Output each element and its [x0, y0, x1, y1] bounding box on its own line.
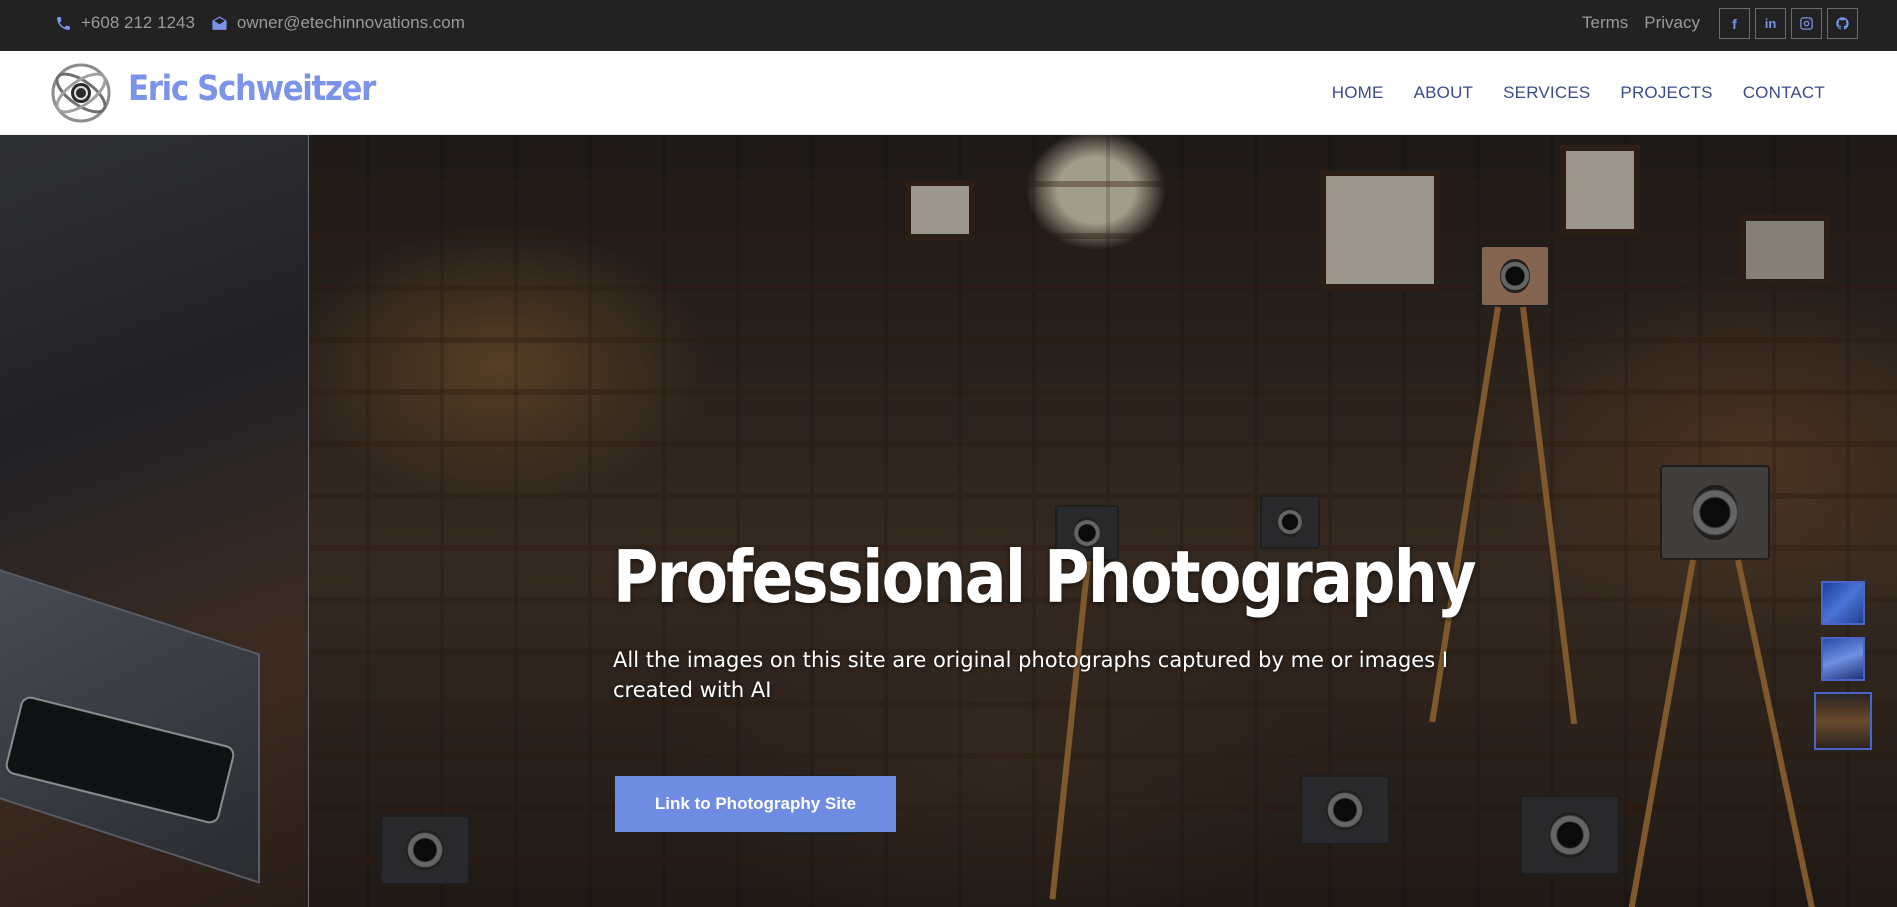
slide-thumbnail[interactable]	[1821, 581, 1865, 625]
github-icon	[1836, 17, 1849, 30]
instagram-icon	[1800, 17, 1813, 30]
phone-icon	[57, 16, 70, 30]
hero-content: Professional Photography All the images …	[613, 535, 1477, 832]
nav-services[interactable]: SERVICES	[1503, 83, 1590, 103]
facebook-icon: f	[1732, 15, 1737, 32]
nav-about[interactable]: ABOUT	[1414, 83, 1474, 103]
phone-contact[interactable]: +608 212 1243	[55, 13, 195, 33]
contact-info: +608 212 1243 owner@etechinnovations.com	[55, 0, 465, 46]
facebook-button[interactable]: f	[1719, 8, 1750, 39]
site-brand[interactable]: Eric Schweitzer	[128, 69, 376, 109]
hero-subtitle: All the images on this site are original…	[613, 648, 1449, 702]
terms-link[interactable]: Terms	[1582, 13, 1628, 33]
social-links: f in	[1719, 8, 1858, 39]
envelope-icon	[212, 15, 227, 30]
linkedin-button[interactable]: in	[1755, 8, 1786, 39]
nav-home[interactable]: HOME	[1332, 83, 1384, 103]
slide-thumbnail-active[interactable]	[1814, 692, 1872, 750]
nav-projects[interactable]: PROJECTS	[1620, 83, 1712, 103]
slide-thumbnail[interactable]	[1821, 637, 1865, 681]
top-bar: +608 212 1243 owner@etechinnovations.com…	[0, 0, 1897, 51]
linkedin-icon: in	[1764, 16, 1777, 31]
email-address: owner@etechinnovations.com	[236, 13, 465, 32]
phone-number: +608 212 1243	[81, 13, 195, 32]
hero-title: Professional Photography	[613, 535, 1477, 619]
photography-site-button[interactable]: Link to Photography Site	[615, 776, 896, 832]
instagram-button[interactable]	[1791, 8, 1822, 39]
github-button[interactable]	[1827, 8, 1858, 39]
previous-slide-panel[interactable]	[0, 135, 309, 907]
logo-icon[interactable]	[49, 61, 113, 125]
hero-slider: Professional Photography All the images …	[0, 135, 1897, 907]
top-links: Terms Privacy	[1582, 0, 1700, 46]
main-nav: HOME ABOUT SERVICES PROJECTS CONTACT	[1332, 51, 1825, 135]
privacy-link[interactable]: Privacy	[1644, 13, 1700, 33]
email-contact[interactable]: owner@etechinnovations.com	[211, 13, 465, 33]
nav-contact[interactable]: CONTACT	[1743, 83, 1825, 103]
site-header: Eric Schweitzer HOME ABOUT SERVICES PROJ…	[0, 51, 1897, 135]
